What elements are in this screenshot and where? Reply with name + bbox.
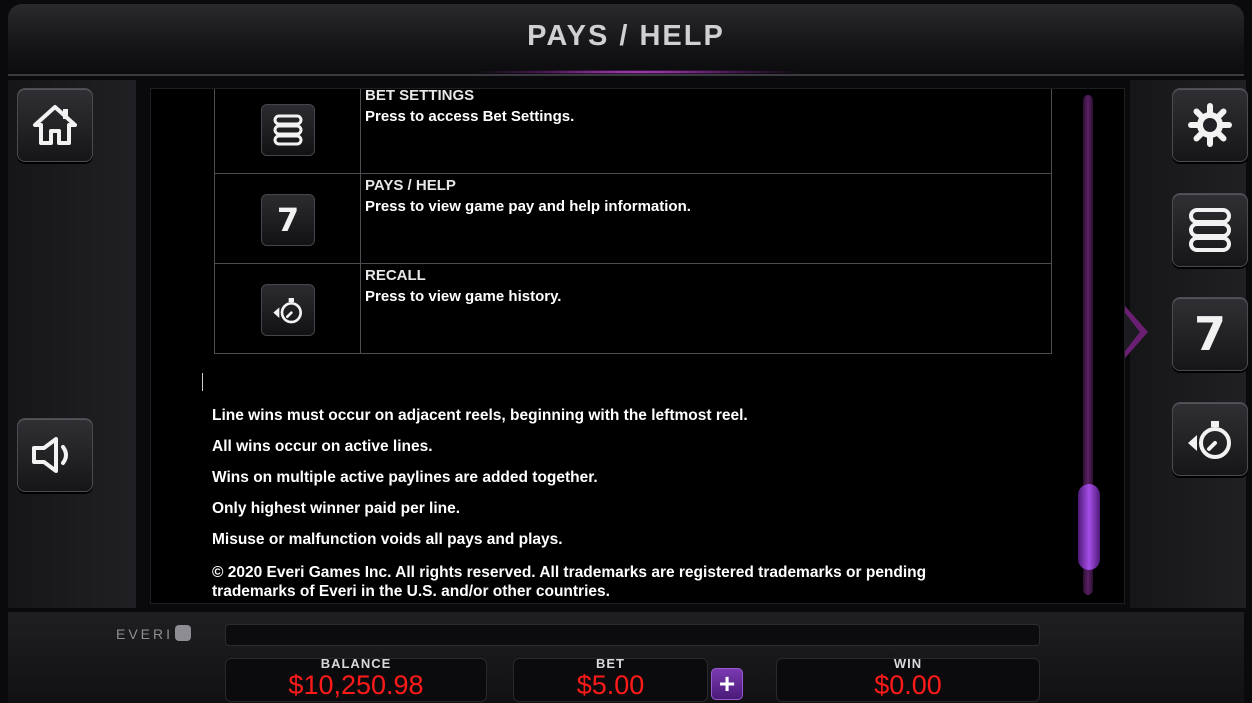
balance-value: $10,250.98	[288, 670, 424, 700]
button-help-table: BET SETTINGS Press to access Bet Setting…	[214, 88, 1052, 354]
row-title: BET SETTINGS	[365, 88, 475, 104]
title-bar: PAYS / HELP	[8, 4, 1244, 76]
title-glow	[478, 70, 798, 74]
recall-cell-icon	[261, 284, 315, 336]
page-title: PAYS / HELP	[527, 20, 725, 52]
recall-timer-icon	[1188, 421, 1231, 459]
bet-value: $5.00	[576, 670, 645, 700]
win-label: WIN	[893, 656, 923, 671]
recall-timer-icon	[273, 298, 302, 324]
rule-line: Misuse or malfunction voids all pays and…	[212, 531, 563, 548]
row-title: PAYS / HELP	[365, 177, 456, 194]
game-rules: Line wins must occur on adjacent reels, …	[212, 407, 1092, 601]
brand-logo: EVERI	[116, 625, 192, 642]
brand-name: EVERI	[116, 626, 174, 642]
settings-button[interactable]	[1172, 88, 1248, 162]
balance-label: BALANCE	[320, 656, 392, 671]
coin-stack-icon	[273, 114, 303, 146]
seven-icon: 7	[1193, 307, 1226, 361]
table-row: RECALL Press to view game history.	[214, 263, 1052, 354]
copyright-line-1: © 2020 Everi Games Inc. All rights reser…	[212, 564, 927, 581]
recall-button[interactable]	[1172, 402, 1248, 476]
row-description: Press to view game history.	[365, 288, 562, 305]
gear-icon	[1188, 103, 1232, 147]
rule-line: Line wins must occur on adjacent reels, …	[212, 407, 748, 424]
home-icon	[33, 105, 77, 145]
bet-increase-button[interactable]: +	[711, 668, 743, 700]
brand-mark-icon	[175, 625, 192, 641]
pays-help-button[interactable]: 7	[1172, 297, 1248, 371]
table-row: BET SETTINGS Press to access Bet Setting…	[214, 88, 1052, 174]
seven-icon: 7	[276, 201, 300, 239]
message-bar	[225, 624, 1040, 646]
rule-line: Wins on multiple active paylines are add…	[212, 469, 598, 486]
row-description: Press to view game pay and help informat…	[365, 198, 691, 215]
scrollbar-thumb[interactable]	[1078, 484, 1100, 570]
rule-line: All wins occur on active lines.	[212, 438, 433, 455]
row-title: RECALL	[365, 267, 426, 284]
balance-meter: BALANCE $10,250.98	[225, 656, 487, 702]
coin-stack-icon	[1189, 208, 1231, 252]
copyright-notice: © 2020 Everi Games Inc. All rights reser…	[212, 563, 1092, 601]
win-meter: WIN $0.00	[776, 656, 1040, 702]
sound-button[interactable]	[17, 418, 93, 492]
copyright-line-2: trademarks of Everi in the U.S. and/or o…	[212, 583, 610, 600]
help-content-panel[interactable]: BET SETTINGS Press to access Bet Setting…	[150, 88, 1125, 604]
home-button[interactable]	[17, 88, 93, 162]
pays-help-cell-icon: 7	[261, 194, 315, 246]
rule-line: Only highest winner paid per line.	[212, 500, 461, 517]
text-cursor	[202, 373, 203, 391]
bet-meter: BET $5.00	[513, 656, 708, 702]
bet-label: BET	[596, 656, 625, 671]
bet-settings-cell-icon	[261, 104, 315, 156]
speaker-icon	[32, 437, 68, 473]
bet-settings-button[interactable]	[1172, 193, 1248, 267]
row-description: Press to access Bet Settings.	[365, 108, 575, 125]
table-row: 7 PAYS / HELP Press to view game pay and…	[214, 173, 1052, 264]
win-value: $0.00	[874, 670, 942, 700]
